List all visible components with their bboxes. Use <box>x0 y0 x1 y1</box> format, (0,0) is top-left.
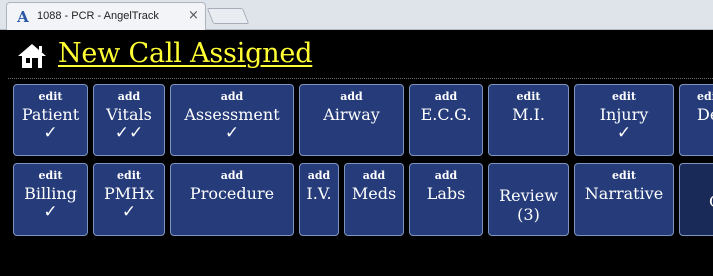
button-action: add <box>117 90 141 103</box>
button-action: edit <box>612 90 636 103</box>
check-icon: ✓ <box>43 123 58 143</box>
page-title[interactable]: New Call Assigned <box>58 38 312 69</box>
check-icon: ✓ <box>224 123 240 143</box>
button-action: add <box>434 90 458 103</box>
pmhx-button[interactable]: edit PMHx ✓ <box>93 163 165 236</box>
button-label: C <box>709 192 713 211</box>
vitals-button[interactable]: add Vitals ✓✓ <box>93 84 165 156</box>
button-label: Labs <box>426 184 466 203</box>
button-action: add <box>220 90 244 103</box>
button-label: E.C.G. <box>420 105 472 124</box>
ecg-button[interactable]: add E.C.G. <box>409 84 483 156</box>
button-action: add <box>220 169 244 182</box>
close-icon[interactable]: × <box>188 8 199 24</box>
browser-tab[interactable]: A 1088 - PCR - AngelTrack × <box>6 2 206 30</box>
home-icon[interactable] <box>17 43 47 69</box>
check-icon: ✓ <box>43 202 58 222</box>
narrative-button[interactable]: edit Narrative <box>574 163 674 236</box>
button-label: Review <box>499 186 558 205</box>
button-label: Procedure <box>189 184 275 203</box>
button-label: Assessment <box>184 105 280 124</box>
browser-tab-bar: A 1088 - PCR - AngelTrack × <box>0 0 713 30</box>
button-action: edit <box>117 169 141 182</box>
review-count: (3) <box>517 205 540 224</box>
button-label: Patient <box>21 105 80 124</box>
tab-title: 1088 - PCR - AngelTrack <box>37 10 159 22</box>
angeltrack-favicon-icon: A <box>17 8 29 26</box>
button-action: edit <box>516 90 541 103</box>
button-action: edit <box>38 90 63 103</box>
iv-button[interactable]: add I.V. <box>299 163 339 236</box>
partial-button-c[interactable]: C <box>679 163 713 236</box>
button-label: M.I. <box>512 105 545 124</box>
button-action: add <box>434 169 458 182</box>
button-label: De <box>697 105 713 124</box>
button-label: Narrative <box>584 184 664 203</box>
button-action: add <box>340 90 363 103</box>
button-action: add <box>362 169 386 182</box>
check-icon: ✓ <box>616 123 632 143</box>
button-action: edit <box>38 169 63 182</box>
button-label: Meds <box>351 184 397 203</box>
button-label: PMHx <box>103 184 155 203</box>
header-divider <box>8 78 713 79</box>
button-label: Injury <box>599 105 649 124</box>
airway-button[interactable]: add Airway <box>299 84 404 156</box>
check-icon: ✓✓ <box>114 123 144 143</box>
meds-button[interactable]: add Meds <box>344 163 404 236</box>
button-label: Vitals <box>106 105 152 124</box>
billing-button[interactable]: edit Billing ✓ <box>13 163 88 236</box>
new-tab-button[interactable] <box>206 8 250 24</box>
procedure-button[interactable]: add Procedure <box>170 163 294 236</box>
review-button[interactable]: Review (3) <box>488 163 569 236</box>
patient-button[interactable]: edit Patient ✓ <box>13 84 88 156</box>
button-action: add <box>307 169 331 182</box>
button-action: edit <box>612 169 636 182</box>
button-label: Airway <box>323 105 380 124</box>
button-action: edit <box>697 90 713 103</box>
injury-button[interactable]: edit Injury ✓ <box>574 84 674 156</box>
assessment-button[interactable]: add Assessment ✓ <box>170 84 294 156</box>
partial-button-de[interactable]: edit De <box>679 84 713 156</box>
button-label: I.V. <box>306 184 332 203</box>
labs-button[interactable]: add Labs <box>409 163 483 236</box>
mi-button[interactable]: edit M.I. <box>488 84 569 156</box>
button-label: Billing <box>24 184 77 203</box>
check-icon: ✓ <box>121 202 137 222</box>
